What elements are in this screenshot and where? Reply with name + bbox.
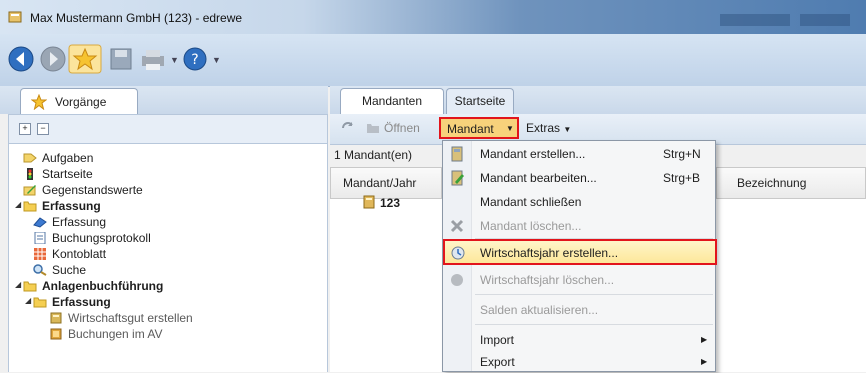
tab-label: Vorgänge [55,95,107,109]
tree-group-erfassung[interactable]: Erfassung [23,198,101,214]
menu-separator [475,294,713,295]
menu-item-salden-aktualisieren[interactable]: Salden aktualisieren... [443,299,715,321]
titlebar-decoration [720,14,790,26]
star-icon [31,94,47,110]
open-folder-icon [367,124,379,133]
tree-item[interactable]: Startseite [23,166,93,182]
pencil-icon [23,185,36,196]
submenu-arrow-icon: ▶ [701,335,708,344]
tree-item[interactable]: Buchungen im AV [49,326,163,342]
save-disk-icon[interactable] [106,44,136,74]
task-icon [23,153,37,163]
magnifier-icon [33,264,47,276]
navigation-tree: Aufgaben Startseite Gegenstandswerte ◢ E… [8,144,328,372]
tab-mandanten[interactable]: Mandanten [340,88,444,114]
title-bar: Max Mustermann GmbH (123) - edrewe [0,0,866,34]
expand-arrow-icon[interactable]: ◢ [15,280,21,289]
menu-item-mandant-bearbeiten[interactable]: Mandant bearbeiten... Strg+B [443,167,715,189]
tree-item[interactable]: Suche [33,262,86,278]
entry-icon [33,217,47,228]
menu-item-wirtschaftsjahr-erstellen[interactable]: Wirtschaftsjahr erstellen... [443,239,717,265]
table-row[interactable]: 123 [362,195,400,210]
dropdown-arrow-icon: ▼ [506,124,514,133]
tree-item[interactable]: Buchungsprotokoll [33,230,151,246]
folder-icon [23,201,37,212]
traffic-light-icon [27,168,33,180]
refresh-icon[interactable] [340,120,356,136]
expand-arrow-icon[interactable]: ◢ [15,200,21,209]
back-arrow-icon[interactable] [6,44,36,74]
create-year-icon [451,246,465,260]
tree-group-erfassung-av[interactable]: Erfassung [33,294,111,310]
tab-vorgaenge[interactable]: Vorgänge [20,88,138,115]
folder-icon [33,297,47,308]
column-header-bezeichnung[interactable]: Bezeichnung [716,167,866,199]
expand-all-button[interactable]: + [19,123,31,135]
main-toolbar: ▼ ? ▼ [0,34,866,87]
asset-icon [50,312,62,324]
help-icon[interactable]: ? [180,44,210,74]
menu-item-wirtschaftsjahr-loeschen[interactable]: Wirtschaftsjahr löschen... [443,269,715,291]
menu-item-import[interactable]: Import ▶ [443,329,715,351]
dropdown-arrow-icon[interactable]: ▼ [170,55,179,65]
grid-sheet-icon [34,248,46,260]
tree-group-anlagenbuchfuehrung[interactable]: Anlagenbuchführung [23,278,163,294]
open-button[interactable]: Öffnen [384,121,420,135]
edit-client-icon [451,170,464,186]
app-icon [8,11,22,23]
forward-arrow-icon[interactable] [38,44,68,74]
folder-icon [23,281,37,292]
tree-item[interactable]: Aufgaben [23,150,93,166]
dropdown-arrow-icon[interactable]: ▼ [212,55,221,65]
mandant-menu-button[interactable]: Mandant ▼ [439,117,519,139]
menu-item-export[interactable]: Export ▶ [443,351,715,373]
tree-item[interactable]: Wirtschaftsgut erstellen [49,310,193,326]
menu-separator [475,324,713,325]
client-icon [363,195,375,209]
tree-header: + − [8,114,328,144]
record-count: 1 Mandant(en) [334,148,413,162]
delete-x-icon [450,219,464,233]
menu-item-mandant-erstellen[interactable]: Mandant erstellen... Strg+N [443,143,715,165]
tree-item[interactable]: Erfassung [33,214,106,230]
delete-year-icon [451,274,463,286]
titlebar-decoration [800,14,850,26]
menu-item-mandant-loeschen[interactable]: Mandant löschen... [443,215,715,237]
menu-item-mandant-schliessen[interactable]: Mandant schließen [443,191,715,213]
window-title: Max Mustermann GmbH (123) - edrewe [30,11,243,25]
submenu-arrow-icon: ▶ [701,357,708,366]
svg-text:?: ? [191,52,198,68]
tree-item[interactable]: Kontoblatt [33,246,106,262]
tab-startseite[interactable]: Startseite [446,88,514,114]
protocol-icon [34,232,46,244]
tree-item[interactable]: Gegenstandswerte [23,182,143,198]
asset-bookings-icon [50,328,62,340]
collapse-all-button[interactable]: − [37,123,49,135]
favorites-star-icon[interactable] [68,44,102,74]
printer-icon[interactable] [138,44,168,74]
extras-menu-button[interactable]: Extras ▼ [526,121,571,135]
dropdown-arrow-icon: ▼ [563,125,572,134]
create-client-icon [451,146,463,162]
expand-arrow-icon[interactable]: ◢ [25,296,31,305]
